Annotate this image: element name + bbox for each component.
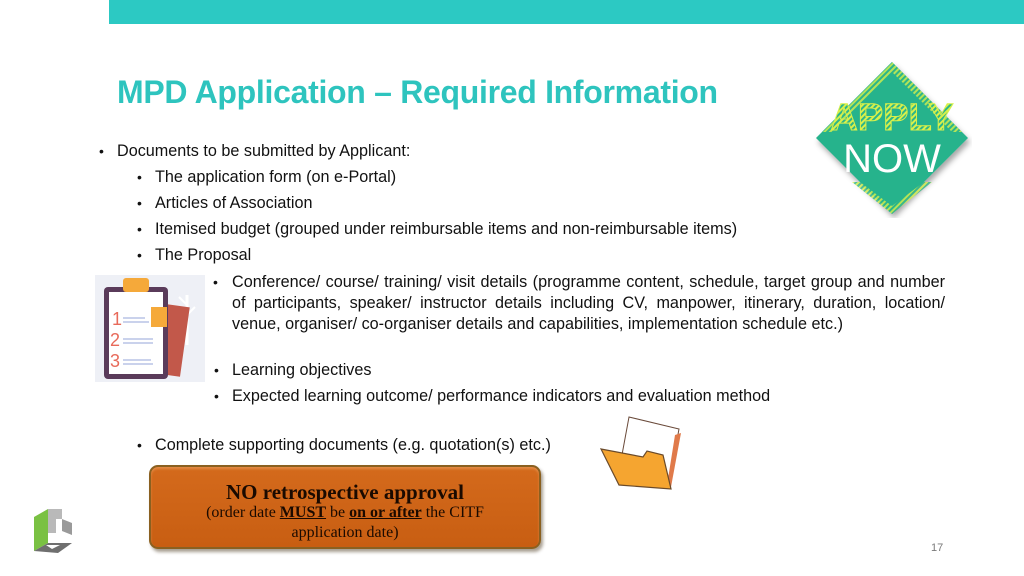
badge-apply-text: APPLY xyxy=(830,97,953,139)
bullet-text: Articles of Association xyxy=(155,194,313,212)
slide-title: MPD Application – Required Information xyxy=(117,74,718,110)
clipboard-number: 1 xyxy=(112,309,122,329)
bullet-dot: • xyxy=(137,437,142,453)
bullet-dot: • xyxy=(137,169,142,185)
sub-bullet-proposal: • The Proposal xyxy=(137,245,252,266)
notice-title: NO retrospective approval xyxy=(226,480,464,504)
bullet-dot: • xyxy=(214,362,219,378)
notice-must: MUST xyxy=(279,504,327,521)
bullet-text: Itemised budget (grouped under reimbursa… xyxy=(155,220,738,238)
bullet-text: Learning objectives xyxy=(232,361,372,379)
bullet-dot: • xyxy=(99,143,104,159)
bullet-text: Conference/ course/ training/ visit deta… xyxy=(232,273,945,333)
notice-text: the CITF xyxy=(421,504,484,521)
apply-now-badge: APPLY NOW xyxy=(816,62,968,214)
bullet-dot: • xyxy=(137,221,142,237)
badge-now-text: NOW xyxy=(843,137,941,181)
bullet-text: The application form (on e-Portal) xyxy=(155,168,397,186)
notice-on-or-after: on or after xyxy=(349,504,422,521)
bullet-documents: • Documents to be submitted by Applicant… xyxy=(99,141,411,162)
notice-text: (order date xyxy=(206,504,280,521)
page-number: 17 xyxy=(931,542,944,554)
clipboard-checklist-icon: 1 2 3 xyxy=(95,275,205,382)
sub-bullet-application-form: • The application form (on e-Portal) xyxy=(137,167,397,188)
bullet-dot: • xyxy=(214,388,219,404)
sub-bullet-budget: • Itemised budget (grouped under reimbur… xyxy=(137,219,738,240)
proposal-item-objectives: • Learning objectives xyxy=(214,360,372,381)
proposal-item-details: • Conference/ course/ training/ visit de… xyxy=(213,272,945,334)
citf-logo-icon xyxy=(34,509,72,553)
sub-bullet-articles: • Articles of Association xyxy=(137,193,313,214)
folder-icon xyxy=(599,416,681,490)
bullet-dot: • xyxy=(137,195,142,211)
bullet-text: Complete supporting documents (e.g. quot… xyxy=(155,436,551,454)
bullet-text: The Proposal xyxy=(155,246,252,264)
bullet-text: Documents to be submitted by Applicant: xyxy=(117,142,411,160)
clipboard-number: 2 xyxy=(110,330,120,350)
notice-line-1: (order date MUST be on or after the CITF xyxy=(151,503,539,523)
clipboard-number: 3 xyxy=(110,351,120,371)
no-retrospective-approval-notice: NO retrospective approval (order date MU… xyxy=(149,465,541,549)
sub-bullet-supporting-docs: • Complete supporting documents (e.g. qu… xyxy=(137,435,551,456)
bullet-text: Expected learning outcome/ performance i… xyxy=(232,387,771,405)
bullet-dot: • xyxy=(213,274,218,290)
notice-text: be xyxy=(326,504,350,521)
proposal-item-outcome: • Expected learning outcome/ performance… xyxy=(214,386,771,407)
notice-line-2: application date) xyxy=(291,524,399,541)
header-accent-bar xyxy=(109,0,1024,24)
bullet-dot: • xyxy=(137,247,142,263)
